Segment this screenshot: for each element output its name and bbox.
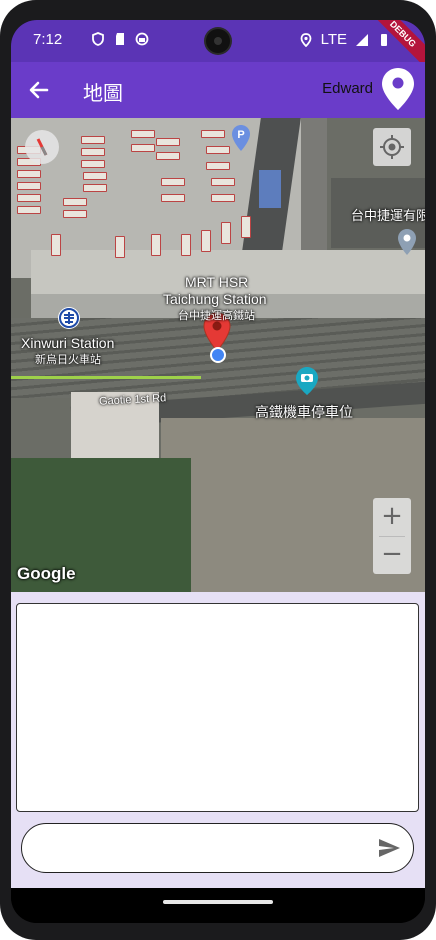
bus [83, 172, 107, 180]
bus [63, 198, 87, 206]
bus [17, 170, 41, 178]
front-camera [206, 29, 230, 53]
zoom-out-button[interactable]: − [373, 536, 411, 574]
bus [156, 152, 180, 160]
map-label: 高鐵機車停車位 [255, 405, 353, 421]
rail-line [11, 376, 201, 379]
bus [17, 194, 41, 202]
my-location-button[interactable] [373, 128, 411, 166]
bus [131, 144, 155, 152]
signal-icon [356, 33, 368, 46]
message-input[interactable] [21, 823, 414, 873]
location-icon [300, 32, 311, 47]
bus [63, 210, 87, 218]
app-notification-icon [135, 32, 149, 46]
map-label: 台中捷運有限 [351, 209, 425, 224]
parking-poi-icon[interactable]: P [231, 124, 251, 152]
map-label: Taichung Station [163, 291, 267, 307]
bus [17, 182, 41, 190]
map-label: 新烏日火車站 [35, 353, 101, 366]
bus [51, 234, 61, 256]
blue-roof-building [259, 170, 281, 208]
compass-icon [36, 138, 48, 156]
google-logo: Google [17, 564, 76, 583]
send-icon[interactable] [377, 836, 401, 860]
divider [379, 536, 405, 537]
bus [206, 162, 230, 170]
railway-logo-icon [58, 307, 80, 329]
camera-poi-icon[interactable] [295, 366, 319, 396]
device-frame: 7:12 LTE DEBUG 地圖 Edward P MRT HSR Taich… [0, 0, 436, 940]
chat-panel [11, 592, 425, 888]
bus [17, 206, 41, 214]
bus [151, 234, 161, 256]
bus [221, 222, 231, 244]
home-handle[interactable] [163, 900, 273, 904]
bus [161, 178, 185, 186]
bus [161, 194, 185, 202]
bus [81, 160, 105, 168]
map-label: MRT HSR [185, 274, 249, 290]
map-label: Xinwuri Station [21, 335, 115, 351]
bus [241, 216, 251, 238]
screen: 7:12 LTE DEBUG 地圖 Edward P MRT HSR Taich… [11, 20, 425, 923]
svg-text:P: P [237, 129, 244, 141]
metro-poi-icon[interactable] [397, 228, 417, 256]
bus [201, 130, 225, 138]
battery-icon [381, 33, 387, 46]
my-location-icon [380, 135, 404, 159]
road [301, 118, 327, 258]
current-location-dot [210, 347, 226, 363]
page-title: 地圖 [83, 81, 123, 105]
bus [83, 184, 107, 192]
status-time: 7:12 [33, 31, 63, 48]
bus [201, 230, 211, 252]
user-name: Edward [322, 80, 373, 97]
status-bar: 7:12 LTE DEBUG [11, 20, 425, 68]
map-view[interactable]: P MRT HSR Taichung Station 台中捷運高鐵站 Xinwu… [11, 118, 425, 592]
zoom-in-button[interactable]: + [373, 498, 411, 536]
location-pin-icon[interactable] [381, 67, 415, 111]
message-display [16, 603, 419, 812]
compass-button[interactable] [25, 130, 59, 164]
bus [131, 130, 155, 138]
back-arrow-icon[interactable] [25, 76, 53, 104]
shield-icon [92, 32, 104, 46]
bus [206, 146, 230, 154]
bus [81, 136, 105, 144]
network-label: LTE [320, 31, 347, 48]
bus [81, 148, 105, 156]
zoom-controls: + − [373, 498, 411, 574]
bus [211, 194, 235, 202]
app-bar: 地圖 Edward [11, 62, 425, 118]
bus [211, 178, 235, 186]
map-label: 台中捷運高鐵站 [178, 309, 255, 322]
bus [156, 138, 180, 146]
bus [115, 236, 125, 258]
navigation-bar [11, 888, 425, 923]
bus [181, 234, 191, 256]
sd-card-icon [116, 33, 124, 45]
